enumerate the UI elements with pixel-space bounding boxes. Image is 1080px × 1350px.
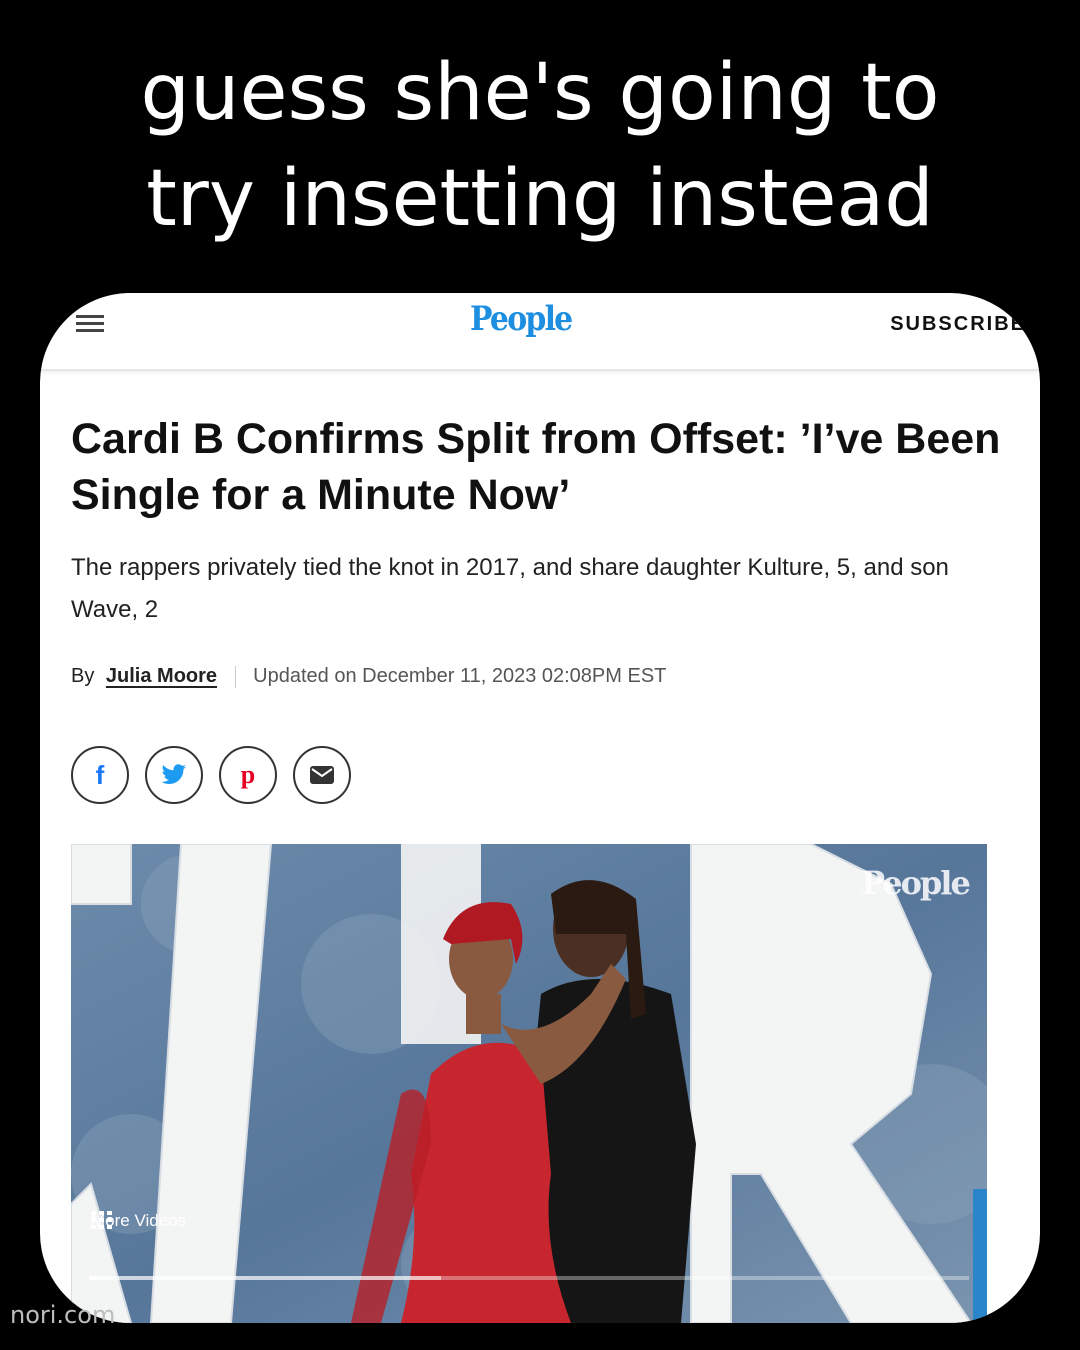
meme-caption: guess she's going to try insetting inste… [0, 40, 1080, 252]
byline-divider [234, 665, 236, 688]
site-logo[interactable]: People [470, 299, 573, 339]
phone-screenshot: People SUBSCRIBE Cardi B Confirms Split … [40, 293, 1040, 1323]
facebook-share-button[interactable]: f [71, 746, 129, 804]
caption-line-1: guess she's going to [140, 48, 940, 138]
menu-icon[interactable] [76, 315, 104, 335]
grid-icon [91, 1211, 112, 1229]
author-link[interactable]: Julia Moore [106, 665, 217, 687]
caption-line-2: try insetting instead [146, 154, 934, 244]
video-buffered [89, 1276, 441, 1280]
article-headline: Cardi B Confirms Split from Offset: ’I’v… [71, 415, 1001, 519]
video-watermark: People [861, 864, 969, 902]
video-player[interactable]: People More Videos [71, 844, 987, 1323]
site-watermark: nori.com [10, 1301, 116, 1329]
email-share-button[interactable] [293, 746, 351, 804]
twitter-share-button[interactable] [145, 746, 203, 804]
video-progress-bar[interactable] [89, 1276, 969, 1280]
site-header: People SUBSCRIBE [40, 293, 1040, 371]
by-label: By [71, 665, 95, 687]
video-progress-fill [89, 1276, 98, 1280]
byline: By Julia Moore Updated on December 11, 2… [71, 665, 666, 688]
video-frame: People [71, 844, 987, 1323]
email-icon [310, 766, 334, 784]
article-dek: The rappers privately tied the knot in 2… [71, 554, 949, 623]
pinterest-icon: p [240, 760, 256, 789]
more-videos-button[interactable]: More Videos [91, 1211, 186, 1231]
updated-date: Updated on December 11, 2023 02:08PM EST [253, 665, 667, 687]
twitter-icon [161, 764, 186, 784]
facebook-icon: f [95, 759, 105, 790]
subscribe-button[interactable]: SUBSCRIBE [890, 313, 1026, 336]
pinterest-share-button[interactable]: p [219, 746, 277, 804]
